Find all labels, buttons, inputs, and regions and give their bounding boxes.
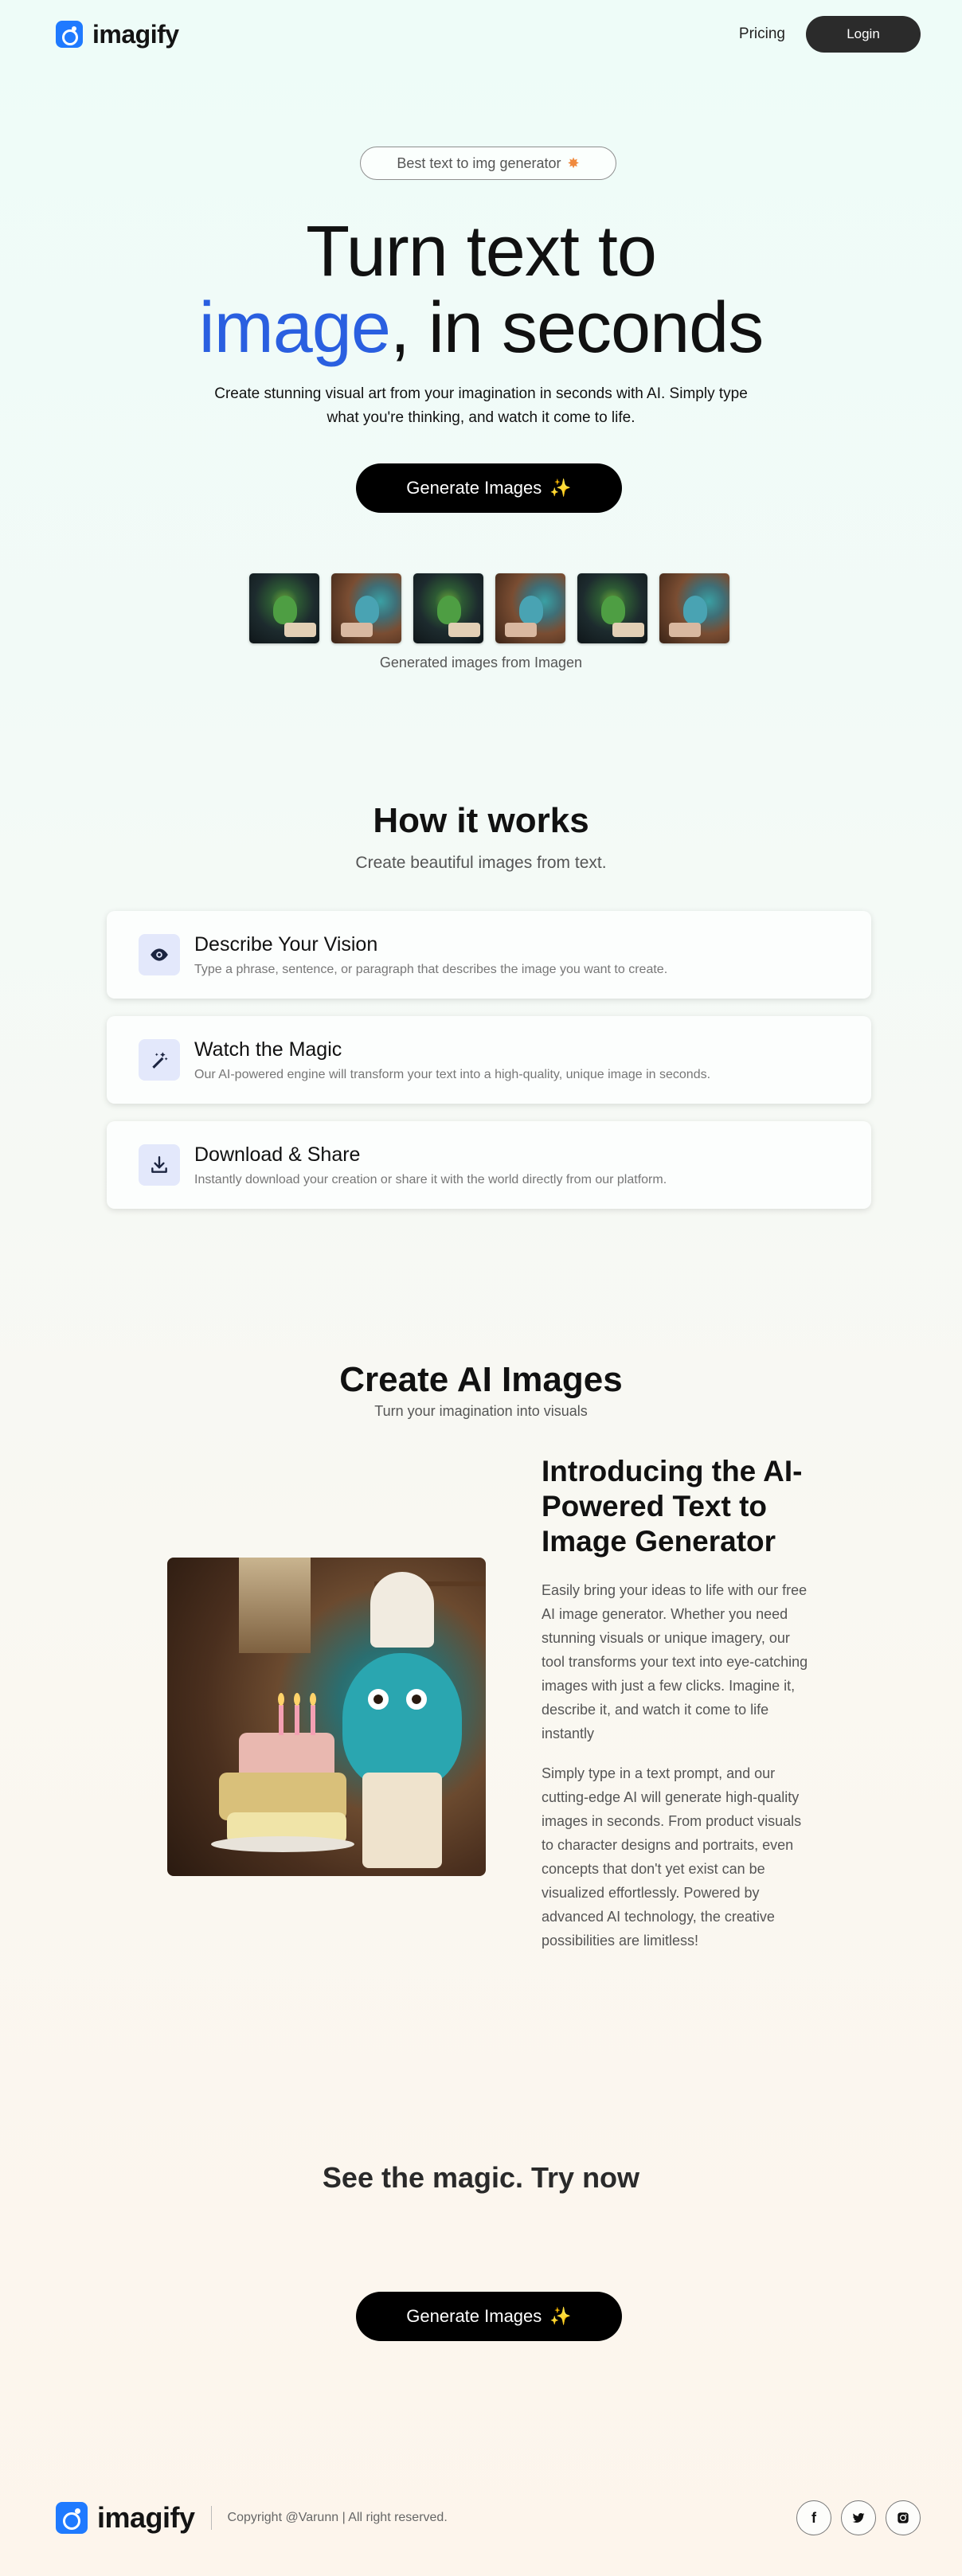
star-icon: ✸ (567, 154, 580, 171)
sample-thumbnail[interactable] (413, 573, 483, 643)
steps-list: Describe Your Vision Type a phrase, sent… (107, 911, 871, 1226)
logo-icon (56, 2502, 88, 2534)
step-description: Instantly download your creation or shar… (194, 1172, 667, 1186)
step-card-describe: Describe Your Vision Type a phrase, sent… (107, 911, 871, 999)
hero-title-line1: Turn text to (306, 212, 657, 291)
step-title: Download & Share (194, 1143, 361, 1166)
top-nav: imagify Pricing Login (56, 16, 921, 53)
sample-thumbnails (249, 573, 729, 643)
sample-thumbnail[interactable] (659, 573, 729, 643)
facebook-icon[interactable]: f (796, 2500, 831, 2535)
badge-text: Best text to img generator (397, 154, 561, 171)
login-button[interactable]: Login (806, 16, 921, 53)
generate-images-button-bottom[interactable]: Generate Images ✨ (356, 2292, 622, 2341)
sample-thumbnail[interactable] (495, 573, 565, 643)
generate-images-label: Generate Images (406, 2306, 542, 2326)
step-card-download: Download & Share Instantly download your… (107, 1121, 871, 1209)
hero-badge: Best text to img generator ✸ (360, 147, 616, 180)
copyright-text: Copyright @Varunn | All right reserved. (227, 2511, 448, 2524)
hero-subtitle: Create stunning visual art from your ima… (214, 385, 748, 426)
footer: imagify Copyright @Varunn | All right re… (56, 2500, 921, 2535)
intro-paragraph-1: Easily bring your ideas to life with our… (542, 1582, 808, 1741)
footer-left: imagify Copyright @Varunn | All right re… (56, 2501, 448, 2535)
hero-title-highlight: image (198, 288, 391, 368)
sample-thumbnail[interactable] (577, 573, 647, 643)
eye-icon (139, 934, 180, 975)
logo[interactable]: imagify (56, 20, 179, 49)
create-ai-images-title: Create AI Images (339, 1360, 623, 1399)
how-it-works-subtitle: Create beautiful images from text. (355, 854, 607, 872)
hero-title-rest: , in seconds (389, 288, 764, 368)
sample-generated-image (167, 1558, 486, 1876)
step-title: Describe Your Vision (194, 932, 378, 956)
thumbnails-caption: Generated images from Imagen (379, 655, 583, 670)
try-now-title: See the magic. Try now (322, 2161, 640, 2194)
sparkles-icon: ✨ (549, 2306, 572, 2326)
footer-logo[interactable]: imagify (56, 2501, 195, 2535)
how-it-works-title: How it works (373, 801, 589, 840)
social-links: f (796, 2500, 921, 2535)
sample-thumbnail[interactable] (331, 573, 401, 643)
logo-text: imagify (97, 2501, 195, 2534)
step-description: Our AI-powered engine will transform you… (194, 1067, 711, 1081)
intro-title: Introducing the AI-Powered Text to Image… (542, 1455, 803, 1558)
nav-actions: Pricing Login (739, 16, 921, 53)
page: imagify Pricing Login Best text to img g… (0, 0, 962, 2576)
step-title: Watch the Magic (194, 1038, 342, 1061)
sparkles-icon: ✨ (549, 478, 572, 498)
pricing-link[interactable]: Pricing (739, 25, 785, 43)
instagram-icon[interactable] (886, 2500, 921, 2535)
download-icon (139, 1144, 180, 1186)
magic-wand-icon (139, 1039, 180, 1081)
twitter-icon[interactable] (841, 2500, 876, 2535)
step-description: Type a phrase, sentence, or paragraph th… (194, 962, 668, 976)
hero-title: Turn text to image, in seconds (0, 213, 962, 366)
footer-divider (210, 2506, 212, 2530)
sample-thumbnail[interactable] (249, 573, 319, 643)
intro-paragraph-2: Simply type in a text prompt, and our cu… (542, 1765, 802, 1949)
logo-icon (56, 21, 83, 48)
step-card-magic: Watch the Magic Our AI-powered engine wi… (107, 1016, 871, 1104)
generate-images-label: Generate Images (406, 478, 542, 498)
generate-images-button[interactable]: Generate Images ✨ (356, 463, 622, 513)
logo-text: imagify (92, 19, 179, 49)
create-ai-images-subtitle: Turn your imagination into visuals (374, 1403, 588, 1419)
